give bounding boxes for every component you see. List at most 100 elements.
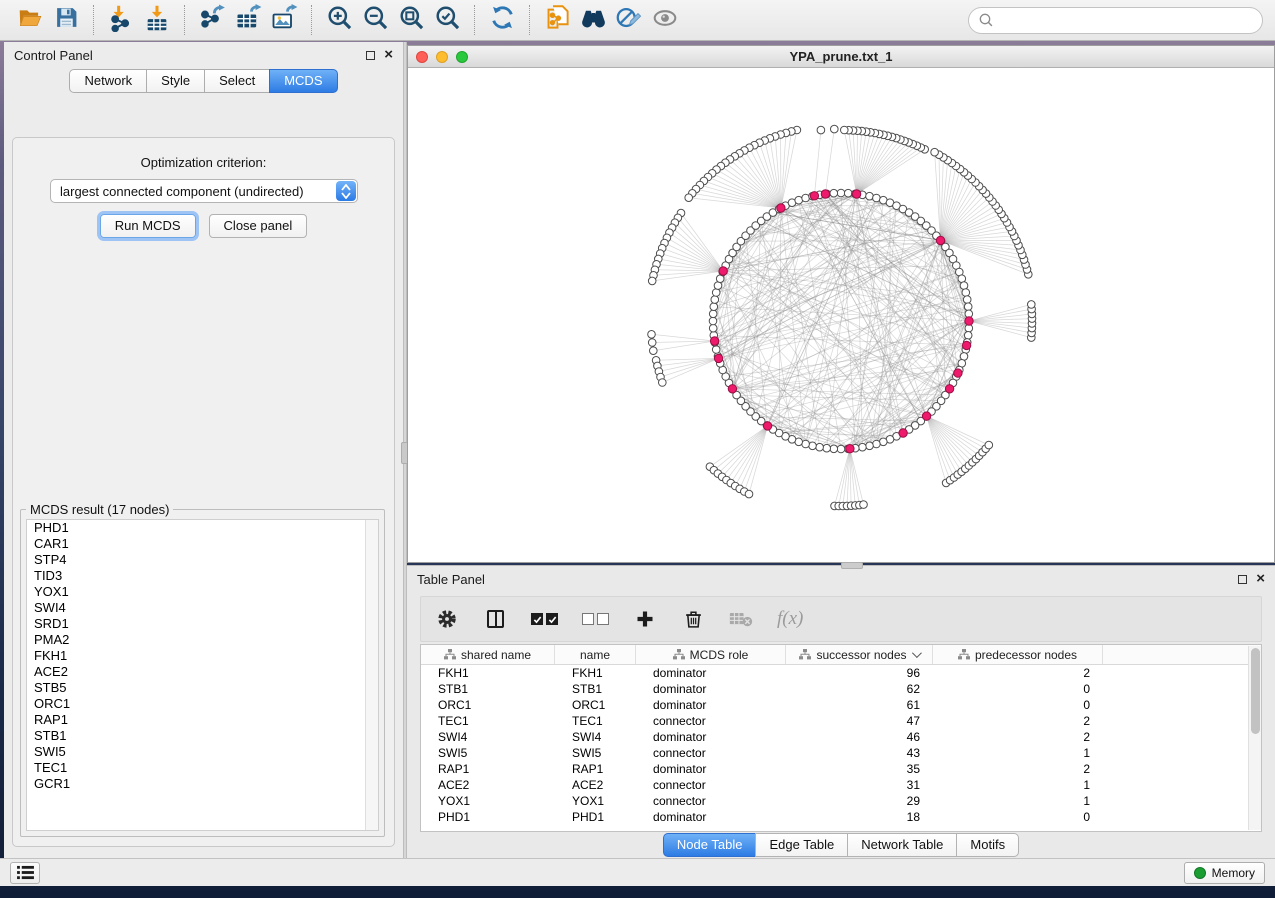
toggle-painting-button[interactable] — [611, 4, 647, 36]
float-panel-icon[interactable] — [366, 51, 375, 60]
tab-motifs[interactable]: Motifs — [956, 833, 1019, 857]
table-cell[interactable]: PHD1 — [421, 809, 555, 825]
result-node-item[interactable]: YOX1 — [27, 584, 378, 600]
result-node-item[interactable]: STP4 — [27, 552, 378, 568]
table-cell[interactable]: STB1 — [555, 681, 636, 697]
network-graph[interactable] — [408, 68, 1274, 562]
export-network-button[interactable] — [194, 4, 230, 36]
table-cell[interactable]: SWI4 — [555, 729, 636, 745]
column-header-shared-name[interactable]: shared name — [421, 645, 555, 664]
table-cell[interactable]: STB1 — [421, 681, 555, 697]
zoom-fit-button[interactable] — [393, 4, 429, 36]
table-cell[interactable]: 47 — [786, 713, 933, 729]
result-node-item[interactable]: FKH1 — [27, 648, 378, 664]
table-cell[interactable]: YOX1 — [421, 793, 555, 809]
task-history-button[interactable] — [10, 862, 40, 884]
show-column-button[interactable] — [483, 604, 507, 634]
result-node-item[interactable]: ACE2 — [27, 664, 378, 680]
table-row[interactable]: RAP1RAP1dominator352 — [421, 761, 1261, 777]
table-scrollbar[interactable] — [1248, 646, 1261, 830]
table-cell[interactable]: PHD1 — [555, 809, 636, 825]
table-cell[interactable]: connector — [636, 793, 786, 809]
horizontal-splitter-handle[interactable] — [841, 562, 863, 569]
unselect-all-button[interactable] — [582, 604, 609, 634]
table-cell[interactable]: dominator — [636, 761, 786, 777]
result-node-item[interactable]: STB1 — [27, 728, 378, 744]
table-cell[interactable]: 29 — [786, 793, 933, 809]
tab-style[interactable]: Style — [146, 69, 205, 93]
table-cell[interactable]: SWI4 — [421, 729, 555, 745]
table-cell[interactable]: dominator — [636, 681, 786, 697]
table-cell[interactable]: 2 — [933, 713, 1103, 729]
column-header-predecessor-nodes[interactable]: predecessor nodes — [933, 645, 1103, 664]
column-header-name[interactable]: name — [555, 645, 636, 664]
table-cell[interactable]: 61 — [786, 697, 933, 713]
table-row[interactable]: TEC1TEC1connector472 — [421, 713, 1261, 729]
table-cell[interactable]: 31 — [786, 777, 933, 793]
close-table-panel-icon[interactable]: × — [1256, 574, 1265, 584]
table-cell[interactable]: 1 — [933, 745, 1103, 761]
zoom-in-button[interactable] — [321, 4, 357, 36]
table-cell[interactable]: 62 — [786, 681, 933, 697]
table-cell[interactable]: connector — [636, 777, 786, 793]
run-mcds-button[interactable]: Run MCDS — [100, 214, 196, 238]
delete-column-button[interactable] — [681, 604, 705, 634]
result-node-item[interactable]: CAR1 — [27, 536, 378, 552]
table-cell[interactable]: FKH1 — [555, 665, 636, 681]
select-all-button[interactable] — [531, 604, 558, 634]
result-node-item[interactable]: SWI5 — [27, 744, 378, 760]
table-cell[interactable]: ACE2 — [421, 777, 555, 793]
network-titlebar[interactable]: YPA_prune.txt_1 — [408, 46, 1274, 68]
network-canvas[interactable] — [408, 68, 1274, 562]
close-panel-button[interactable]: Close panel — [209, 214, 308, 238]
tab-mcds[interactable]: MCDS — [269, 69, 337, 93]
zoom-out-button[interactable] — [357, 4, 393, 36]
import-network-button[interactable] — [103, 4, 139, 36]
table-cell[interactable]: ORC1 — [421, 697, 555, 713]
table-cell[interactable]: dominator — [636, 697, 786, 713]
import-table-button[interactable] — [139, 4, 175, 36]
table-cell[interactable]: 1 — [933, 793, 1103, 809]
result-node-item[interactable]: GCR1 — [27, 776, 378, 792]
table-cell[interactable]: RAP1 — [555, 761, 636, 777]
tab-network-table[interactable]: Network Table — [847, 833, 957, 857]
table-cell[interactable]: RAP1 — [421, 761, 555, 777]
table-cell[interactable]: 1 — [933, 777, 1103, 793]
mcds-result-list[interactable]: PHD1CAR1STP4TID3YOX1SWI4SRD1PMA2FKH1ACE2… — [26, 519, 379, 831]
table-row[interactable]: YOX1YOX1connector291 — [421, 793, 1261, 809]
column-header-successor-nodes[interactable]: successor nodes — [786, 645, 933, 664]
table-cell[interactable]: dominator — [636, 665, 786, 681]
float-table-panel-icon[interactable] — [1238, 575, 1247, 584]
table-cell[interactable]: ORC1 — [555, 697, 636, 713]
table-cell[interactable]: 18 — [786, 809, 933, 825]
column-header-MCDS-role[interactable]: MCDS role — [636, 645, 786, 664]
export-table-button[interactable] — [230, 4, 266, 36]
table-cell[interactable]: 0 — [933, 697, 1103, 713]
result-node-item[interactable]: STB5 — [27, 680, 378, 696]
table-cell[interactable]: 46 — [786, 729, 933, 745]
refresh-view-button[interactable] — [484, 4, 520, 36]
scrollbar-thumb[interactable] — [1251, 648, 1260, 734]
table-cell[interactable]: connector — [636, 745, 786, 761]
table-cell[interactable]: 35 — [786, 761, 933, 777]
result-node-item[interactable]: SRD1 — [27, 616, 378, 632]
zoom-selected-button[interactable] — [429, 4, 465, 36]
table-cell[interactable]: 96 — [786, 665, 933, 681]
search-network-button[interactable] — [575, 4, 611, 36]
criterion-select[interactable]: largest connected component (undirected) — [50, 179, 358, 203]
table-cell[interactable]: FKH1 — [421, 665, 555, 681]
search-input[interactable] — [1000, 13, 1253, 28]
tab-network[interactable]: Network — [69, 69, 147, 93]
add-column-button[interactable] — [633, 604, 657, 634]
open-file-button[interactable] — [12, 4, 48, 36]
table-cell[interactable]: YOX1 — [555, 793, 636, 809]
graphics-details-button[interactable] — [647, 4, 683, 36]
table-row[interactable]: ORC1ORC1dominator610 — [421, 697, 1261, 713]
result-node-item[interactable]: TID3 — [27, 568, 378, 584]
result-node-item[interactable]: PMA2 — [27, 632, 378, 648]
table-cell[interactable]: 43 — [786, 745, 933, 761]
tab-node-table[interactable]: Node Table — [663, 833, 757, 857]
clone-network-button[interactable] — [539, 4, 575, 36]
table-row[interactable]: FKH1FKH1dominator962 — [421, 665, 1261, 681]
table-cell[interactable]: ACE2 — [555, 777, 636, 793]
